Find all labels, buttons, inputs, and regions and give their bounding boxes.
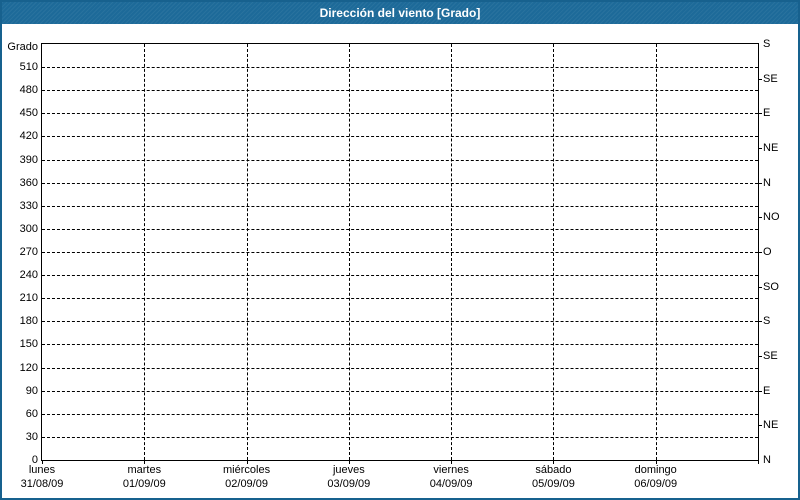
x-axis-day-label: sábado: [535, 464, 572, 476]
y-axis-right-tick-label: O: [763, 246, 772, 258]
grid-hline: [42, 159, 758, 161]
grid-hline: [42, 413, 758, 415]
x-axis-date-label: 02/09/09: [225, 478, 268, 490]
grid-vline: [246, 44, 248, 460]
y-axis-right-tick: [758, 113, 762, 115]
chart-title: Dirección del viento [Grado]: [319, 6, 481, 20]
y-axis-right-tick-label: N: [763, 454, 771, 466]
y-axis-right-tick: [758, 217, 762, 219]
y-axis-left-tick-label: 330: [19, 199, 38, 212]
grid-hline: [42, 275, 758, 277]
grid-hline: [42, 367, 758, 369]
grid-hline: [42, 67, 758, 69]
x-axis-date-label: 03/09/09: [327, 478, 371, 490]
y-axis-left-tick-label: 150: [19, 338, 38, 351]
y-axis-right-tick-label: NE: [763, 142, 779, 154]
chart-window: Dirección del viento [Grado] Grado 0 30 60…: [0, 0, 800, 500]
grid-hline: [42, 298, 758, 300]
y-axis-right-tick-label: SO: [763, 280, 779, 293]
x-axis-date-label: 05/09/09: [532, 478, 575, 490]
y-axis-right-tick-label: S: [763, 315, 771, 328]
y-axis-right-tick: [758, 78, 762, 80]
y-axis-right-tick-label: SE: [763, 72, 778, 85]
grid-hline: [42, 228, 758, 230]
grid-hline: [42, 205, 758, 207]
y-axis-left-tick-label: 390: [19, 153, 38, 166]
y-axis-right-tick-label: N: [763, 176, 771, 189]
grid-vline: [348, 44, 350, 460]
y-axis-right-tick: [758, 390, 762, 392]
grid-vline: [655, 44, 657, 460]
grid-hline: [42, 90, 758, 92]
y-axis-right-tick: [758, 356, 762, 357]
y-axis-left-tick-label: 180: [19, 315, 38, 328]
grid-hline: [42, 113, 758, 115]
plot-area: Grado 0 30 60 90 120 150 180 210 240 270 300 330 360…: [7, 38, 779, 490]
grid-hline: [42, 390, 758, 392]
y-axis-right-tick: [758, 252, 762, 253]
y-axis-left-tick-label: 240: [19, 269, 38, 282]
grid-vline: [451, 44, 453, 460]
grid-hline: [42, 321, 758, 323]
chart-title-bar: Dirección del viento [Grado]: [2, 2, 798, 24]
y-axis-right-tick-label: S: [763, 38, 771, 50]
y-axis-left-tick-label: 270: [19, 246, 38, 258]
grid-hline: [42, 344, 758, 346]
grid-hline: [42, 182, 758, 184]
y-axis-right-tick-label: SE: [763, 350, 778, 362]
grid-hline: [42, 252, 758, 253]
x-axis-date-label: 31/08/09: [20, 478, 64, 490]
grid-vline: [144, 44, 146, 460]
x-axis-day-label: domingo: [634, 464, 677, 476]
y-axis-left-tick-label: 300: [19, 222, 38, 235]
y-axis-unit-label: Grado: [7, 41, 38, 53]
x-axis-date-label: 06/09/09: [634, 478, 678, 490]
y-axis-left-tick-label: 420: [19, 130, 38, 143]
y-axis-left-tick-label: 120: [19, 361, 38, 374]
grid-hline: [42, 136, 758, 138]
y-axis-right-tick: [758, 286, 762, 288]
y-axis-left-tick-label: 90: [25, 384, 38, 397]
y-axis-right-tick: [758, 148, 762, 149]
x-axis-day-label: viernes: [433, 464, 469, 476]
x-axis-day-label: martes: [127, 464, 162, 476]
x-axis-day-label: jueves: [332, 464, 365, 476]
y-axis-left-tick-label: 480: [19, 84, 38, 97]
y-axis-left-tick-label: 510: [19, 61, 38, 74]
y-axis-right-tick-label: NE: [763, 419, 779, 432]
y-axis-right-tick-label: NO: [763, 211, 780, 224]
x-axis-tick: [758, 460, 759, 464]
x-axis-day-label: lunes: [28, 464, 56, 476]
x-axis-date-label: 01/09/09: [122, 478, 166, 490]
y-axis-right-tick-label: E: [763, 384, 771, 397]
x-axis-day-label: miércoles: [223, 464, 271, 476]
y-axis-left-tick-label: 60: [25, 407, 38, 420]
y-axis-left-tick-label: 210: [19, 292, 38, 305]
grid-vline: [553, 44, 555, 460]
y-axis-right-tick-label: E: [763, 107, 771, 120]
y-axis-left-tick-label: 30: [25, 430, 38, 443]
y-axis-right-tick: [758, 425, 762, 427]
x-axis-date-label: 04/09/09: [429, 478, 473, 490]
y-axis-right-tick: [758, 321, 762, 323]
grid-hline: [42, 436, 758, 438]
y-axis-left-tick-label: 360: [19, 176, 38, 189]
y-axis-left-tick-label: 450: [19, 107, 38, 120]
y-axis-right-tick: [758, 182, 762, 184]
